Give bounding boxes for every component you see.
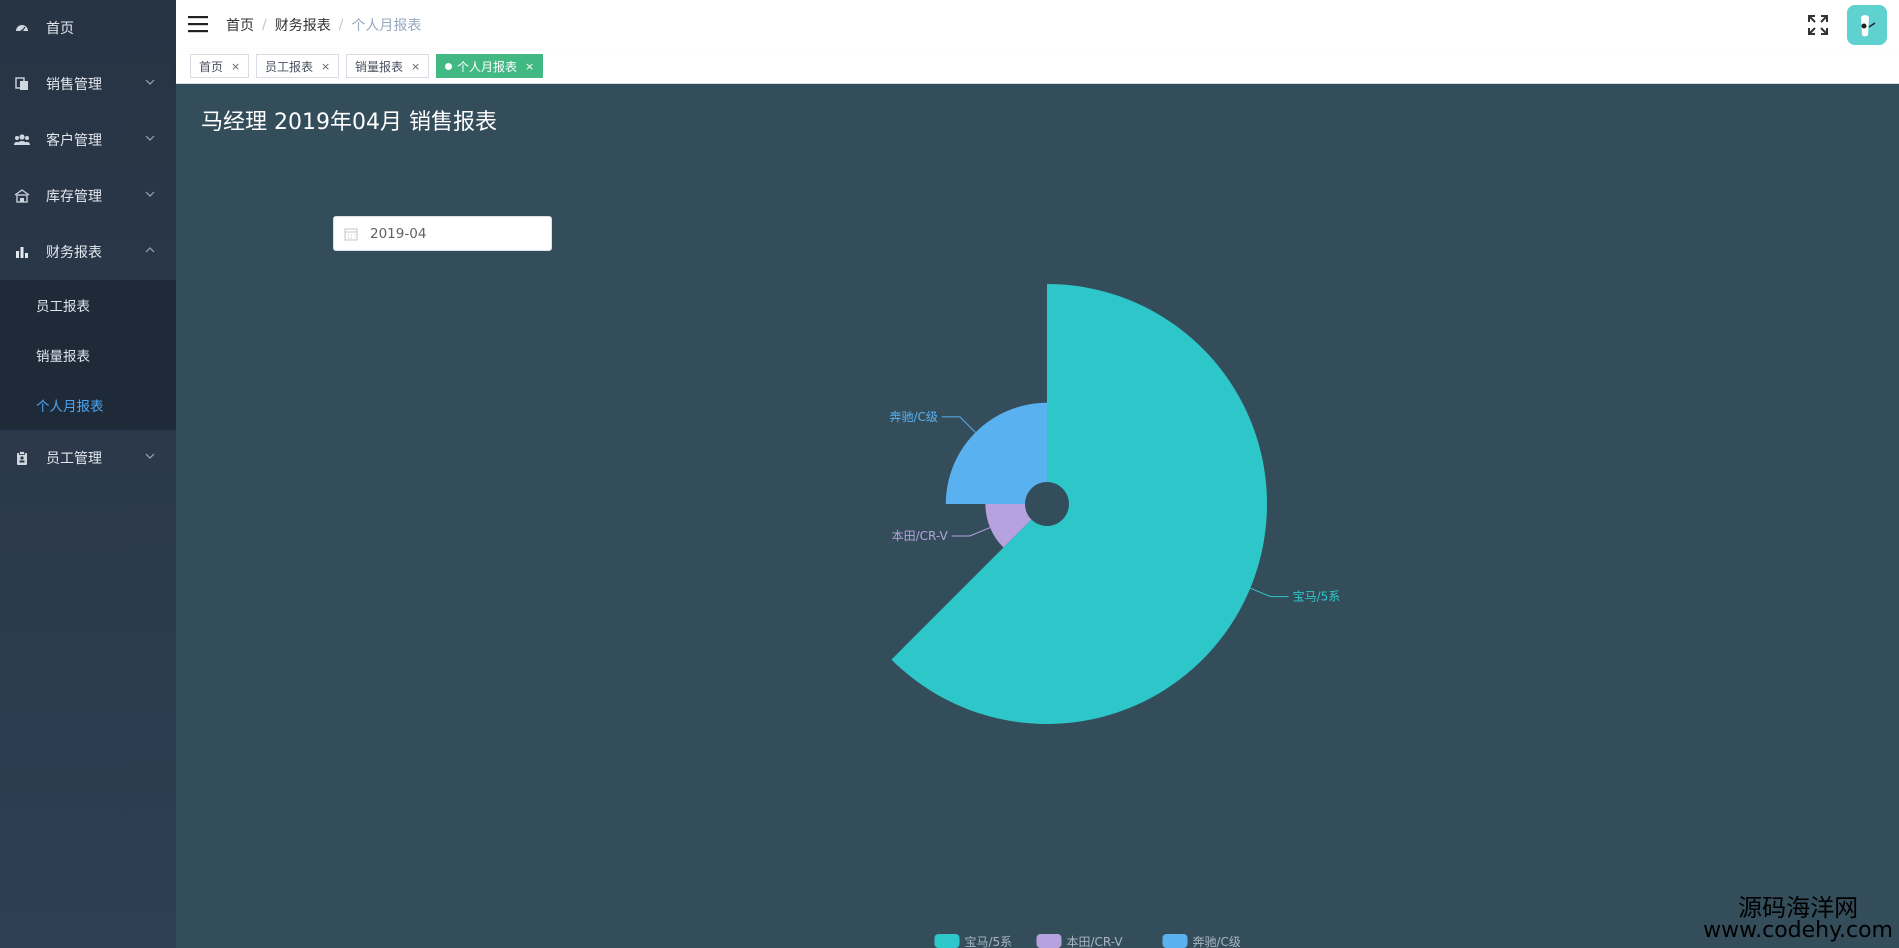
legend-swatch-honda-crv: [1036, 934, 1062, 948]
legend-label-mercedes-c-class: 奔驰/C级: [1193, 935, 1241, 948]
avatar-image: [1847, 5, 1887, 45]
fullscreen-icon[interactable]: [1807, 14, 1829, 36]
sidebar-item-label: 财务报表: [46, 245, 102, 261]
sidebar-item-inventory[interactable]: 库存管理: [0, 168, 176, 224]
sidebar-item-finance[interactable]: 财务报表: [0, 224, 176, 280]
legend-swatch-bmw-5-series: [934, 934, 960, 948]
breadcrumb-separator: /: [262, 17, 267, 33]
sidebar-item-sales[interactable]: 销售管理: [0, 56, 176, 112]
breadcrumb: 首页 / 财务报表 / 个人月报表: [226, 15, 421, 35]
submenu-item-employee-report[interactable]: 员工报表: [0, 280, 176, 330]
breadcrumb-finance[interactable]: 财务报表: [275, 15, 331, 35]
avatar[interactable]: [1847, 5, 1887, 45]
sidebar-item-label: 员工管理: [46, 451, 102, 467]
slice-label-mercedes-c-class: 奔驰/C级: [889, 410, 937, 424]
legend-label-bmw-5-series: 宝马/5系: [965, 935, 1013, 948]
close-icon[interactable]: ×: [411, 60, 420, 73]
watermark-line-2: www.codehy.com: [1703, 918, 1893, 943]
main-content: 马经理 2019年04月 销售报表 宝马/5系本田/CR-V奔驰/C级宝马/5系…: [176, 84, 1899, 948]
legend-swatch-mercedes-c-class: [1162, 934, 1188, 948]
clipboard-icon: [14, 450, 30, 466]
sidebar-item-label: 首页: [46, 21, 74, 37]
active-dot-icon: [445, 62, 452, 70]
tag-label: 首页: [199, 59, 224, 74]
legend-item-bmw-5-series[interactable]: 宝马/5系: [934, 934, 1013, 948]
breadcrumb-home[interactable]: 首页: [226, 15, 254, 35]
close-icon[interactable]: ×: [231, 60, 240, 73]
chevron-up-icon: [145, 247, 155, 253]
label-line-mercedes-c-class: [941, 416, 976, 433]
tag-personal-monthly-report[interactable]: 个人月报表 ×: [436, 54, 544, 78]
sidebar-item-employees[interactable]: 员工管理: [0, 430, 176, 486]
sidebar: 首页 销售管理 客户管理 库存管理 财务报表 员工报表 销量报表 个人月报表 员…: [0, 0, 176, 948]
finance-submenu: 员工报表 销量报表 个人月报表: [0, 280, 176, 430]
chevron-down-icon: [145, 79, 155, 85]
close-icon[interactable]: ×: [525, 60, 534, 73]
top-navbar: 首页 / 财务报表 / 个人月报表: [176, 0, 1899, 50]
document-icon: [14, 76, 30, 92]
chevron-down-icon: [145, 453, 155, 459]
watermark: 源码海洋网 www.codehy.com: [1703, 896, 1893, 942]
close-icon[interactable]: ×: [321, 60, 330, 73]
submenu-item-sales-volume-report[interactable]: 销量报表: [0, 330, 176, 380]
watermark-line-1: 源码海洋网: [1738, 894, 1859, 922]
users-icon: [14, 132, 30, 148]
slice-label-honda-crv: 本田/CR-V: [892, 529, 949, 543]
legend-item-mercedes-c-class[interactable]: 奔驰/C级: [1162, 934, 1241, 948]
sidebar-item-label: 客户管理: [46, 133, 102, 149]
chevron-down-icon: [145, 135, 155, 141]
hamburger-icon[interactable]: [186, 13, 210, 35]
tag-label: 个人月报表: [457, 59, 518, 74]
sidebar-item-home[interactable]: 首页: [0, 0, 176, 56]
chevron-down-icon: [145, 191, 155, 197]
label-line-honda-crv: [951, 527, 991, 537]
sidebar-item-customers[interactable]: 客户管理: [0, 112, 176, 168]
legend-item-honda-crv[interactable]: 本田/CR-V: [1036, 934, 1124, 948]
bar-chart-icon: [14, 244, 30, 260]
breadcrumb-current: 个人月报表: [351, 18, 422, 34]
breadcrumb-separator: /: [338, 17, 344, 33]
sidebar-item-label: 库存管理: [46, 189, 102, 205]
submenu-item-personal-monthly-report[interactable]: 个人月报表: [0, 380, 176, 430]
slice-label-bmw-5-series: 宝马/5系: [1293, 590, 1341, 604]
warehouse-icon: [14, 188, 30, 204]
tag-label: 员工报表: [265, 59, 314, 74]
sidebar-item-label: 销售管理: [46, 77, 102, 93]
tag-home[interactable]: 首页 ×: [190, 54, 250, 78]
tag-label: 销量报表: [355, 59, 404, 74]
label-line-bmw-5-series: [1250, 587, 1289, 598]
sales-rose-chart: 宝马/5系本田/CR-V奔驰/C级宝马/5系 本田/CR-V 奔驰/C级: [889, 284, 1341, 948]
tags-view: 首页 × 员工报表 × 销量报表 × 个人月报表 ×: [176, 49, 1899, 84]
legend-label-honda-crv: 本田/CR-V: [1067, 935, 1124, 948]
tag-sales-volume-report[interactable]: 销量报表 ×: [346, 54, 430, 78]
dashboard-icon: [14, 20, 30, 36]
tag-employee-report[interactable]: 员工报表 ×: [256, 54, 340, 78]
